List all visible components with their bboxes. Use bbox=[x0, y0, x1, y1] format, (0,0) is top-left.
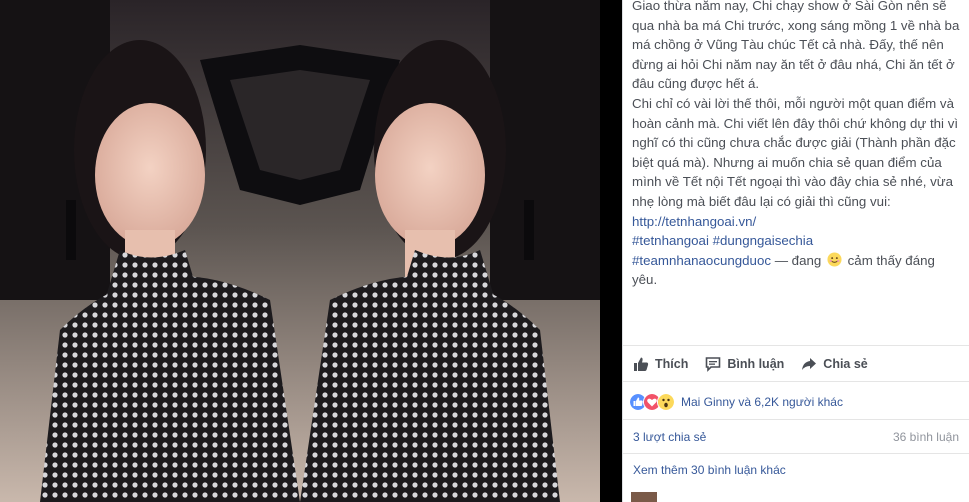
divider bbox=[623, 453, 969, 454]
shares-count[interactable]: 3 lượt chia sẻ bbox=[633, 430, 706, 444]
hashtag-tetnhangoai[interactable]: #tetnhangoai bbox=[632, 233, 709, 248]
caption-text: Chi chỉ có vài lời thế thôi, mỗi người m… bbox=[632, 95, 959, 209]
caption-paragraph-1: Giao thừa năm nay, Chi chạy show ở Sài G… bbox=[632, 0, 960, 92]
commenter-avatar[interactable] bbox=[631, 492, 657, 502]
comments-count[interactable]: 36 bình luận bbox=[893, 430, 959, 444]
reactions-text: Mai Ginny và 6,2K người khác bbox=[681, 395, 843, 409]
feeling-prefix: — đang bbox=[771, 252, 825, 268]
caption-link[interactable]: http://tetnhangoai.vn/ bbox=[632, 214, 756, 229]
post-sidebar: Giao thừa năm nay, Chi chạy show ở Sài G… bbox=[622, 0, 969, 502]
divider bbox=[623, 381, 969, 382]
post-caption: Giao thừa năm nay, Chi chạy show ở Sài G… bbox=[623, 0, 969, 290]
thumbs-up-icon bbox=[634, 357, 649, 371]
comment-button[interactable]: Bình luận bbox=[705, 356, 784, 372]
comment-label: Bình luận bbox=[727, 357, 785, 371]
hashtag-teamnhanaocungduoc[interactable]: #teamnhanaocungduoc bbox=[632, 253, 771, 268]
smiling-face-emoji-icon bbox=[827, 252, 842, 267]
post-photo[interactable] bbox=[0, 0, 622, 502]
share-button[interactable]: Chia sẻ bbox=[801, 356, 868, 372]
divider bbox=[623, 419, 969, 420]
comment-icon bbox=[706, 357, 721, 372]
share-arrow-icon bbox=[802, 358, 817, 370]
divider bbox=[623, 345, 969, 346]
wow-reaction-icon bbox=[657, 393, 675, 411]
share-label: Chia sẻ bbox=[823, 357, 868, 371]
caption-tags: #tetnhangoai #dungngaisechia bbox=[632, 231, 961, 251]
caption-paragraph-2: Chi chỉ có vài lời thế thôi, mỗi người m… bbox=[632, 94, 961, 231]
facebook-photo-viewer: Giao thừa năm nay, Chi chạy show ở Sài G… bbox=[0, 0, 969, 502]
like-button[interactable]: Thích bbox=[633, 356, 688, 372]
view-more-comments-link[interactable]: Xem thêm 30 bình luận khác bbox=[633, 463, 786, 477]
caption-feeling: #teamnhanaocungduoc — đang cảm thấy đáng… bbox=[632, 251, 961, 290]
post-actions: Thích Bình luận Chia sẻ bbox=[633, 356, 868, 372]
hashtag-dungngaisechia[interactable]: #dungngaisechia bbox=[713, 233, 814, 248]
like-label: Thích bbox=[655, 357, 689, 371]
reactions-summary[interactable]: Mai Ginny và 6,2K người khác bbox=[629, 393, 843, 411]
photo-image bbox=[0, 0, 600, 502]
